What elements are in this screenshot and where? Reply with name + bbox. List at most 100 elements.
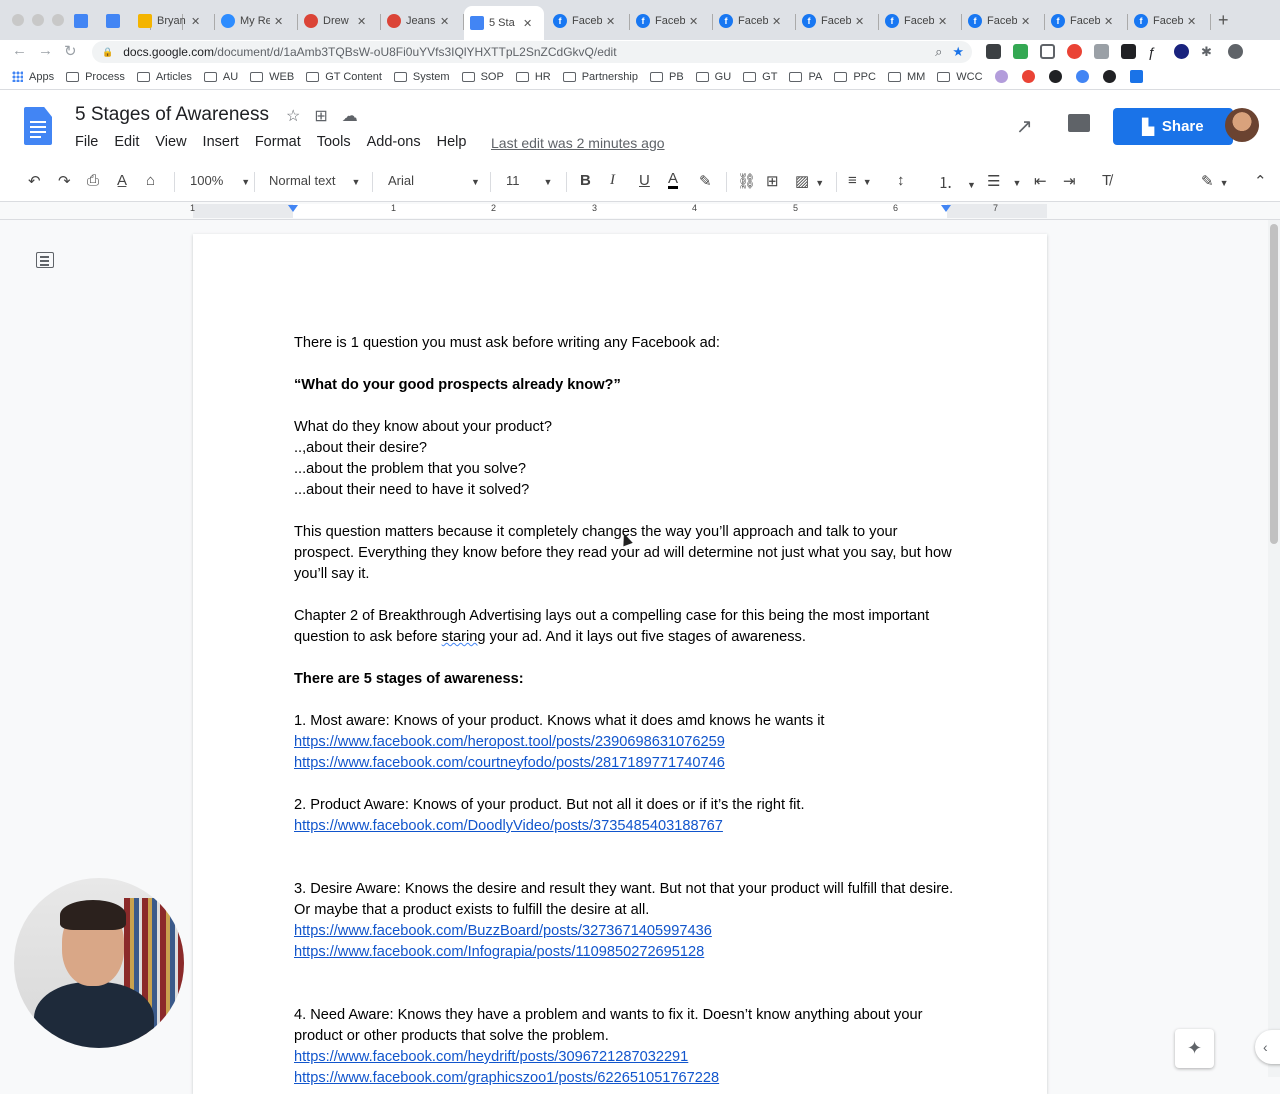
comment-history-icon[interactable] bbox=[1068, 114, 1090, 132]
link[interactable]: https://www.facebook.com/courtneyfodo/po… bbox=[294, 753, 954, 774]
link[interactable]: https://www.facebook.com/BuzzBoard/posts… bbox=[294, 921, 954, 942]
bookmark-folder[interactable]: SOP bbox=[461, 71, 504, 83]
browser-tab[interactable]: f Faceb ✕ bbox=[796, 8, 876, 34]
document-title[interactable]: 5 Stages of Awareness bbox=[75, 104, 269, 126]
bookmark-icon[interactable] bbox=[1021, 70, 1035, 83]
pocket-icon[interactable] bbox=[1040, 44, 1055, 59]
new-tab-button[interactable]: + bbox=[1218, 10, 1229, 31]
bookmark-folder[interactable]: PB bbox=[649, 71, 684, 83]
extension-icon[interactable] bbox=[986, 44, 1001, 59]
decrease-indent-icon[interactable]: ⇤ bbox=[1034, 172, 1047, 190]
menu-tools[interactable]: Tools bbox=[317, 134, 351, 150]
browser-tab[interactable]: Jeans ✕ bbox=[381, 8, 461, 34]
misspelled-word[interactable]: staring bbox=[442, 629, 486, 645]
back-icon[interactable]: ← bbox=[12, 42, 27, 59]
link[interactable]: https://www.facebook.com/graphicszoo1/po… bbox=[294, 1068, 954, 1089]
menu-insert[interactable]: Insert bbox=[203, 134, 239, 150]
camera-icon[interactable] bbox=[1094, 44, 1109, 59]
zoom-icon[interactable]: ⌕ bbox=[935, 44, 942, 60]
browser-tab[interactable]: f Faceb ✕ bbox=[630, 8, 710, 34]
bookmark-folder[interactable]: WCC bbox=[937, 71, 983, 83]
text-color-icon[interactable]: A bbox=[668, 171, 679, 189]
document-outline-icon[interactable] bbox=[36, 252, 54, 268]
cloud-saved-icon[interactable]: ☁ bbox=[342, 106, 358, 126]
close-tab-icon[interactable]: ✕ bbox=[191, 15, 200, 28]
bookmark-icon[interactable] bbox=[1102, 70, 1116, 83]
bookmark-folder[interactable]: Partnership bbox=[562, 71, 638, 83]
underline-icon[interactable]: U bbox=[639, 172, 650, 189]
scrollbar-thumb[interactable] bbox=[1270, 224, 1278, 544]
close-tab-icon[interactable]: ✕ bbox=[772, 15, 781, 28]
bookmark-folder[interactable]: WEB bbox=[250, 71, 294, 83]
bookmark-folder[interactable]: Articles bbox=[136, 71, 192, 83]
bookmark-star-icon[interactable]: ★ bbox=[952, 44, 964, 60]
extension-icon[interactable] bbox=[1174, 44, 1189, 59]
profile-icon[interactable] bbox=[1228, 44, 1243, 59]
bookmark-folder[interactable]: Process bbox=[66, 71, 125, 83]
bookmark-folder[interactable]: System bbox=[393, 71, 450, 83]
insert-image-icon[interactable]: ▨ ▼ bbox=[795, 172, 824, 190]
browser-tab[interactable]: 5 Sta ✕ bbox=[464, 6, 544, 40]
menu-edit[interactable]: Edit bbox=[114, 134, 139, 150]
close-tab-icon[interactable]: ✕ bbox=[938, 15, 947, 28]
close-tab-icon[interactable]: ✕ bbox=[440, 15, 449, 28]
bookmark-icon[interactable] bbox=[1129, 70, 1143, 83]
close-tab-icon[interactable]: ✕ bbox=[606, 15, 615, 28]
bookmark-folder[interactable]: MM bbox=[887, 71, 925, 83]
clear-formatting-icon[interactable]: T̸ bbox=[1102, 172, 1111, 189]
right-indent-marker[interactable] bbox=[941, 205, 951, 212]
increase-indent-icon[interactable]: ⇥ bbox=[1063, 172, 1076, 190]
italic-icon[interactable]: I bbox=[610, 172, 615, 189]
menu-file[interactable]: File bbox=[75, 134, 98, 150]
explore-button[interactable]: ✦ bbox=[1175, 1029, 1214, 1068]
undo-icon[interactable]: ↶ bbox=[28, 172, 41, 190]
document-body[interactable]: There is 1 question you must ask before … bbox=[294, 333, 954, 1089]
share-button[interactable]: ▙ Share bbox=[1113, 108, 1233, 145]
font-size-select[interactable]: 11 ▼ bbox=[506, 173, 552, 188]
font-select[interactable]: Arial ▼ bbox=[388, 173, 480, 188]
link[interactable]: https://www.facebook.com/Infograpia/post… bbox=[294, 942, 954, 963]
browser-tab[interactable]: Drew ✕ bbox=[298, 8, 378, 34]
redo-icon[interactable]: ↷ bbox=[58, 172, 71, 190]
spellcheck-icon[interactable]: A̲ bbox=[117, 172, 127, 189]
bookmark-icon[interactable] bbox=[1075, 70, 1089, 83]
editing-mode-icon[interactable]: ✎ ▼ bbox=[1201, 172, 1229, 190]
browser-tab[interactable]: f Faceb ✕ bbox=[547, 8, 627, 34]
browser-tab[interactable]: f Faceb ✕ bbox=[713, 8, 793, 34]
bookmark-icon[interactable] bbox=[994, 70, 1008, 83]
close-tab-icon[interactable]: ✕ bbox=[1021, 15, 1030, 28]
close-tab-icon[interactable]: ✕ bbox=[274, 15, 283, 28]
bookmark-apps[interactable]: Apps bbox=[12, 71, 54, 83]
browser-tab[interactable]: f Faceb ✕ bbox=[1128, 8, 1208, 34]
close-tab-icon[interactable]: ✕ bbox=[523, 17, 532, 30]
scrollbar[interactable] bbox=[1268, 220, 1280, 1077]
pen-icon[interactable] bbox=[1121, 44, 1136, 59]
forward-icon[interactable]: → bbox=[38, 42, 53, 59]
bookmark-folder[interactable]: HR bbox=[515, 71, 551, 83]
print-icon[interactable]: ⎙ bbox=[87, 172, 99, 189]
link[interactable]: https://www.facebook.com/heydrift/posts/… bbox=[294, 1047, 954, 1068]
collapse-menus-icon[interactable]: ⌃ bbox=[1254, 172, 1267, 190]
paragraph-style-select[interactable]: Normal text ▼ bbox=[269, 173, 360, 188]
browser-tab[interactable]: f Faceb ✕ bbox=[879, 8, 959, 34]
highlight-icon[interactable]: ✎ bbox=[699, 172, 712, 190]
close-tab-icon[interactable]: ✕ bbox=[1104, 15, 1113, 28]
move-folder-icon[interactable]: ⊞ bbox=[314, 106, 327, 126]
browser-tab[interactable]: f Faceb ✕ bbox=[962, 8, 1042, 34]
close-tab-icon[interactable]: ✕ bbox=[1187, 15, 1196, 28]
reload-icon[interactable]: ↻ bbox=[64, 42, 77, 60]
bulleted-list-icon[interactable]: ☰ ▼ bbox=[987, 172, 1021, 190]
zoom-select[interactable]: 100% ▼ bbox=[190, 173, 250, 188]
left-indent-marker[interactable] bbox=[288, 205, 298, 212]
bookmark-folder[interactable]: GT bbox=[743, 71, 777, 83]
extension-icon[interactable] bbox=[1013, 44, 1028, 59]
close-tab-icon[interactable]: ✕ bbox=[855, 15, 864, 28]
function-icon[interactable]: ƒ bbox=[1148, 44, 1163, 60]
close-tab-icon[interactable]: ✕ bbox=[357, 15, 366, 28]
menu-format[interactable]: Format bbox=[255, 134, 301, 150]
ruler[interactable]: 1 1 2 3 4 5 6 7 bbox=[0, 202, 1280, 220]
align-icon[interactable]: ≡ ▼ bbox=[848, 172, 872, 189]
menu-view[interactable]: View bbox=[155, 134, 186, 150]
star-icon[interactable]: ☆ bbox=[286, 106, 300, 126]
browser-tab[interactable]: f Faceb ✕ bbox=[1045, 8, 1125, 34]
